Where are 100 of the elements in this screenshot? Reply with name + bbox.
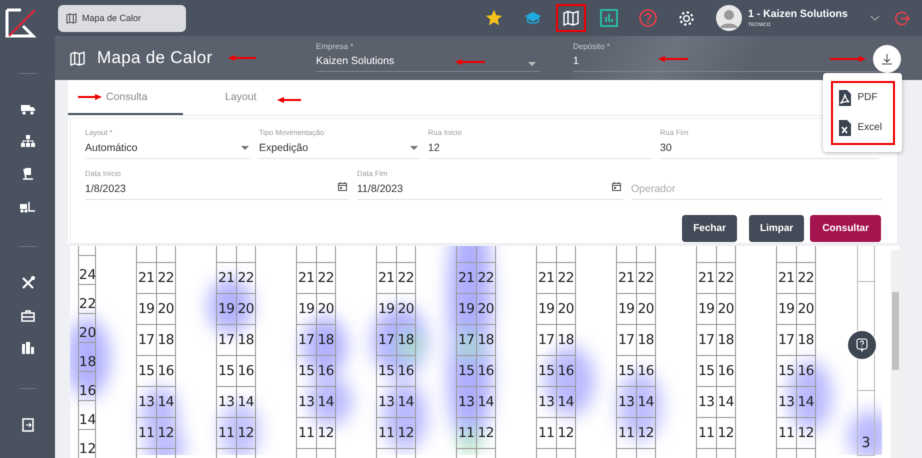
location-cell: 14 <box>316 387 336 418</box>
location-cell: 11 <box>776 418 796 449</box>
location-cell: 13 <box>696 387 716 418</box>
location-cell: 22 <box>476 263 496 294</box>
location-cell: 11 <box>696 418 716 449</box>
location-cell: 14 <box>636 387 656 418</box>
location-cell: 18 <box>316 325 336 356</box>
location-cell: 16 <box>556 356 576 387</box>
location-cell: 13 <box>136 387 156 418</box>
location-cell: 11 <box>296 418 316 449</box>
location-cell: 12 <box>556 418 576 449</box>
location-cell: 22 <box>156 263 176 294</box>
location-cell: 14 <box>78 401 96 430</box>
location-cell: 20 <box>316 294 336 325</box>
location-cell: 20 <box>396 294 416 325</box>
location-cell: 12 <box>476 418 496 449</box>
location-cell: 13 <box>776 387 796 418</box>
location-cell: 18 <box>78 343 96 372</box>
location-cell: 15 <box>136 356 156 387</box>
location-cell: 11 <box>616 418 636 449</box>
location-cell: 13 <box>376 387 396 418</box>
location-cell: 18 <box>396 325 416 356</box>
location-cell: 22 <box>796 263 816 294</box>
location-cell: 11 <box>136 418 156 449</box>
location-cell: 13 <box>216 387 236 418</box>
location-cell: 22 <box>636 263 656 294</box>
location-cell: 14 <box>236 387 256 418</box>
location-cell: 21 <box>296 263 316 294</box>
location-cell: 14 <box>156 387 176 418</box>
location-cell: 18 <box>556 325 576 356</box>
location-cell: 13 <box>296 387 316 418</box>
location-cell: 21 <box>536 263 556 294</box>
location-cell: 16 <box>476 356 496 387</box>
location-cell: 17 <box>216 325 236 356</box>
location-cell: 14 <box>716 387 736 418</box>
location-cell: 20 <box>556 294 576 325</box>
page-title: Mapa de Calor <box>97 48 212 68</box>
location-cell: 15 <box>216 356 236 387</box>
location-cell: 21 <box>616 263 636 294</box>
location-cell: 18 <box>156 325 176 356</box>
location-cell: 17 <box>696 325 716 356</box>
location-cell: 17 <box>776 325 796 356</box>
location-cell: 16 <box>716 356 736 387</box>
location-cell: 11 <box>216 418 236 449</box>
location-cell: 21 <box>216 263 236 294</box>
location-cell: 16 <box>796 356 816 387</box>
location-cell: 12 <box>316 418 336 449</box>
location-cell: 21 <box>776 263 796 294</box>
location-cell: 14 <box>476 387 496 418</box>
location-cell: 21 <box>136 263 156 294</box>
location-cell: 22 <box>716 263 736 294</box>
location-cell: 22 <box>556 263 576 294</box>
location-cell: 18 <box>236 325 256 356</box>
location-cell: 19 <box>456 294 476 325</box>
location-cell: 18 <box>716 325 736 356</box>
location-cell: 17 <box>136 325 156 356</box>
location-cell: 3 <box>857 391 875 456</box>
location-cell: 21 <box>376 263 396 294</box>
location-cell: 15 <box>776 356 796 387</box>
location-cell: 20 <box>476 294 496 325</box>
location-cell: 16 <box>316 356 336 387</box>
location-cell: 19 <box>696 294 716 325</box>
location-cell: 15 <box>536 356 556 387</box>
location-cell: 24 <box>78 256 96 285</box>
location-cell: 18 <box>476 325 496 356</box>
location-cell: 20 <box>156 294 176 325</box>
location-cell: 12 <box>236 418 256 449</box>
location-cell: 17 <box>296 325 316 356</box>
location-cell: 13 <box>616 387 636 418</box>
location-cell: 18 <box>636 325 656 356</box>
location-cell: 22 <box>78 285 96 314</box>
location-cell: 19 <box>136 294 156 325</box>
location-cell: 19 <box>296 294 316 325</box>
location-cell: 11 <box>536 418 556 449</box>
location-cell: 15 <box>616 356 636 387</box>
location-cell: 20 <box>636 294 656 325</box>
location-cell: 12 <box>716 418 736 449</box>
location-cell: 20 <box>236 294 256 325</box>
location-cell: 15 <box>376 356 396 387</box>
location-cell: 16 <box>236 356 256 387</box>
location-cell: 12 <box>796 418 816 449</box>
location-cell: 16 <box>156 356 176 387</box>
location-cell: 19 <box>776 294 796 325</box>
location-cell: 15 <box>696 356 716 387</box>
location-cell: 18 <box>796 325 816 356</box>
location-cell: 19 <box>376 294 396 325</box>
user-name: 1 - Kaizen Solutions <box>748 8 849 20</box>
location-cell: 20 <box>78 314 96 343</box>
location-cell: 16 <box>636 356 656 387</box>
location-cell: 14 <box>796 387 816 418</box>
location-cell: 17 <box>616 325 636 356</box>
location-cell: 12 <box>78 430 96 458</box>
location-cell: 13 <box>456 387 476 418</box>
location-cell: 20 <box>796 294 816 325</box>
location-cell: 12 <box>636 418 656 449</box>
location-cell: 22 <box>236 263 256 294</box>
location-cell: 17 <box>536 325 556 356</box>
location-cell: 21 <box>696 263 716 294</box>
location-cell: 17 <box>376 325 396 356</box>
location-cell: 12 <box>156 418 176 449</box>
